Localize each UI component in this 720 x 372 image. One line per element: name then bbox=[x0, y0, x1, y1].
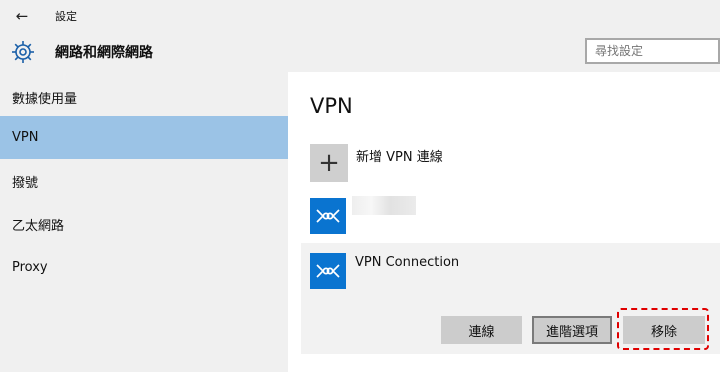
sidebar: 數據使用量 VPN 撥號 乙太網路 Proxy bbox=[0, 72, 288, 372]
gear-icon bbox=[12, 41, 34, 63]
sidebar-item-vpn[interactable]: VPN bbox=[0, 116, 288, 159]
advanced-options-button[interactable]: 進階選項 bbox=[532, 316, 612, 344]
connection-name: VPN Connection bbox=[355, 255, 460, 270]
sidebar-item-ethernet[interactable]: 乙太網路 bbox=[0, 203, 288, 246]
vpn-icon bbox=[310, 198, 346, 234]
remove-button[interactable]: 移除 bbox=[623, 316, 705, 344]
vpn-connection-item[interactable] bbox=[310, 196, 690, 234]
back-button[interactable]: ← bbox=[6, 4, 38, 28]
plus-icon: + bbox=[310, 144, 348, 182]
connect-button[interactable]: 連線 bbox=[441, 316, 522, 344]
header: 網路和網際網路 bbox=[0, 32, 720, 72]
main-content: VPN + 新增 VPN 連線 VPN Connection 連線 進階選項 移… bbox=[288, 72, 720, 372]
sidebar-item-dial-up[interactable]: 撥號 bbox=[0, 160, 288, 203]
sidebar-item-label: Proxy bbox=[12, 260, 48, 275]
search-input[interactable] bbox=[585, 38, 720, 64]
sidebar-item-label: VPN bbox=[12, 130, 39, 145]
section-heading: VPN bbox=[310, 94, 353, 118]
selected-connection-panel: VPN Connection 連線 進階選項 移除 bbox=[301, 243, 720, 354]
page-title: 網路和網際網路 bbox=[55, 45, 153, 61]
sidebar-item-label: 撥號 bbox=[12, 176, 39, 191]
add-vpn-connection-button[interactable]: + 新增 VPN 連線 bbox=[310, 144, 690, 184]
vpn-icon bbox=[310, 253, 346, 289]
vpn-connection-item-selected[interactable]: VPN Connection bbox=[310, 253, 690, 291]
add-vpn-label: 新增 VPN 連線 bbox=[356, 150, 443, 165]
redacted-connection-name bbox=[352, 196, 416, 215]
window-title: 設定 bbox=[55, 10, 77, 23]
sidebar-item-label: 數據使用量 bbox=[12, 92, 78, 107]
back-arrow-icon: ← bbox=[15, 7, 29, 25]
sidebar-item-label: 乙太網路 bbox=[12, 219, 65, 234]
sidebar-item-data-usage[interactable]: 數據使用量 bbox=[0, 76, 288, 119]
sidebar-item-proxy[interactable]: Proxy bbox=[0, 246, 288, 289]
title-bar: ← 設定 bbox=[0, 0, 720, 32]
